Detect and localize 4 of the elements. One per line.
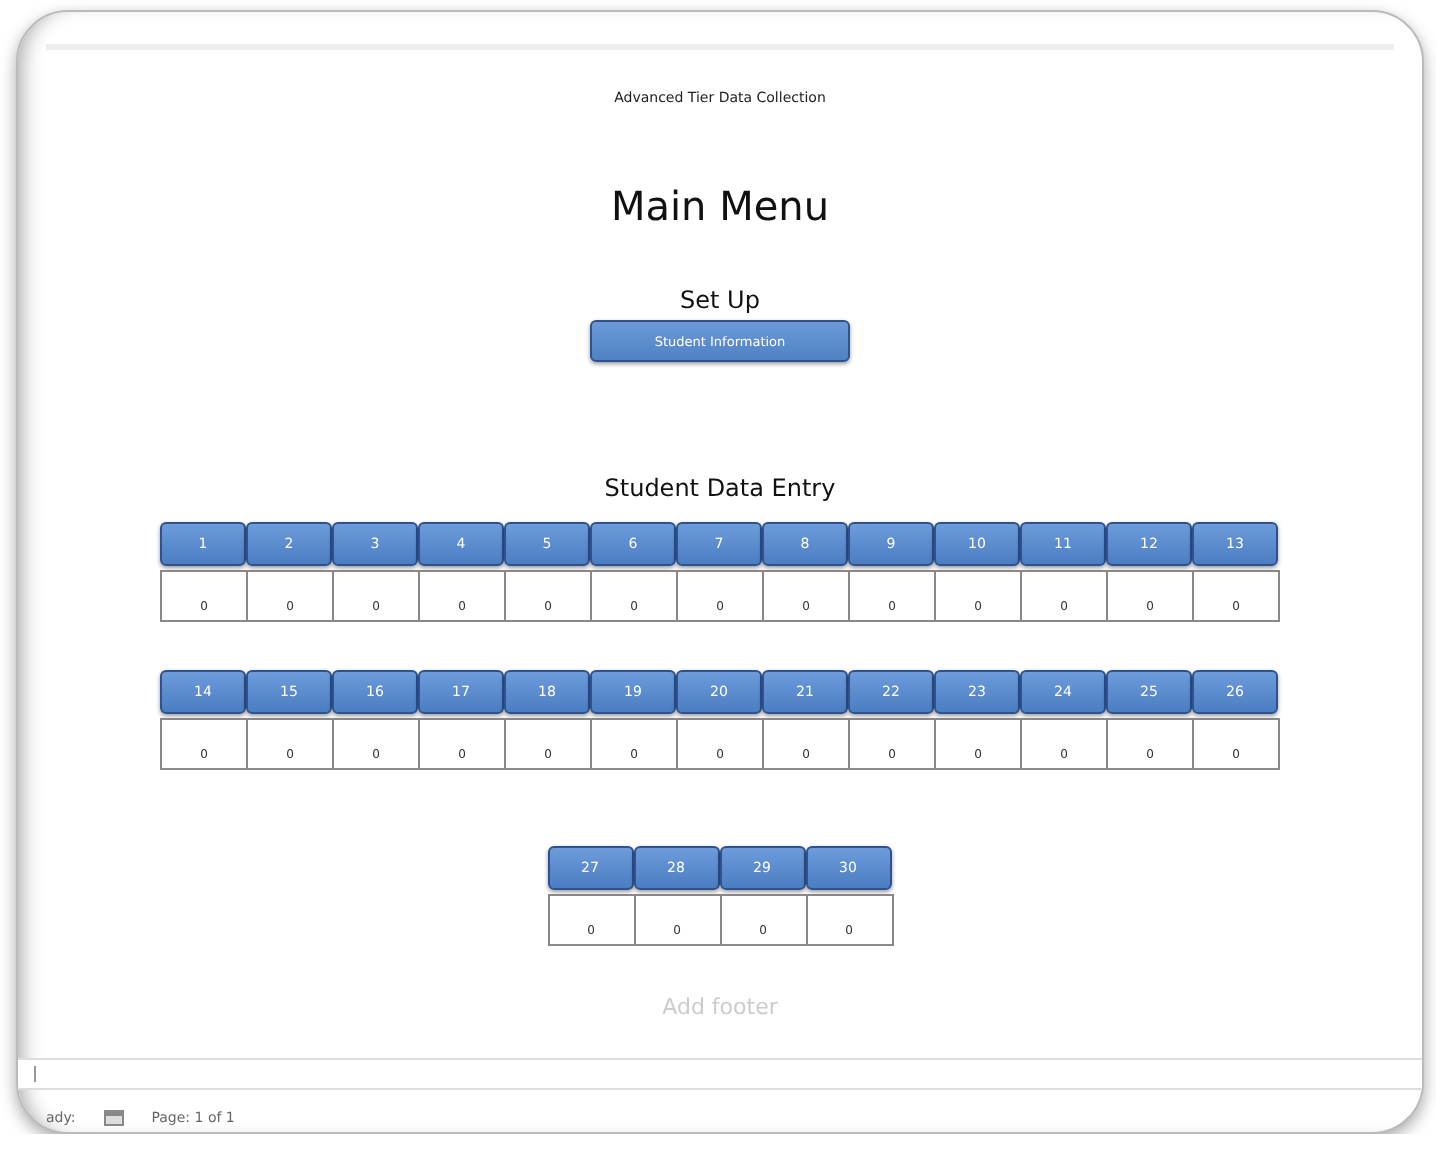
macro-icon [103,1110,124,1126]
section-heading: Student Data Entry [604,474,836,502]
page-title: Main Menu [610,182,829,230]
section-heading: Set Up [680,286,760,314]
